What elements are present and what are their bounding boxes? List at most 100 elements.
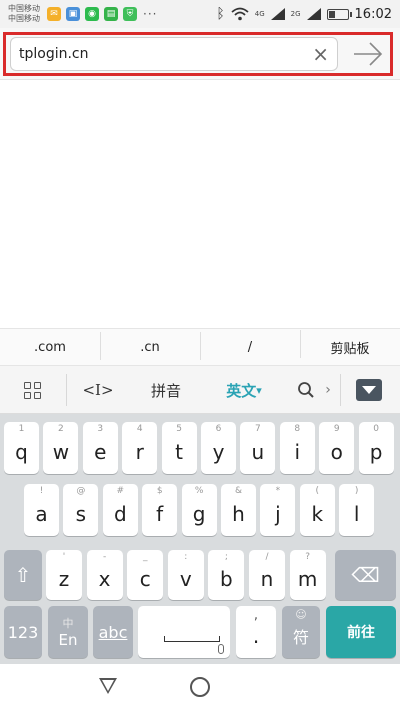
- carrier-label: 中国移动 中国移动: [8, 4, 42, 24]
- signal-2-icon: [306, 8, 321, 20]
- url-bar: tplogin.cn ×: [0, 28, 400, 80]
- key-q[interactable]: 1q: [4, 422, 39, 474]
- key-label: e: [94, 440, 107, 464]
- key-label: z: [58, 567, 70, 591]
- symbols-key[interactable]: ☺ 符: [282, 606, 320, 658]
- key-z[interactable]: ' z: [46, 550, 82, 600]
- key-hint: 5: [176, 424, 182, 434]
- key-h[interactable]: & h: [221, 484, 256, 536]
- abc-key[interactable]: abc: [93, 606, 133, 658]
- ime-menu-button[interactable]: [10, 366, 54, 414]
- key-label: i: [294, 440, 301, 464]
- bluetooth-icon: ᛒ: [216, 6, 225, 22]
- key-hint: (: [315, 486, 320, 496]
- key-label: t: [175, 440, 184, 464]
- keyboard: 1q2w3e4r5t6y7u8i9o0p ! a @ s # d $ f% g & h * j(k) l …: [0, 414, 400, 664]
- key-f[interactable]: $ f: [142, 484, 178, 536]
- go-arrow-icon[interactable]: [352, 40, 384, 68]
- shift-key[interactable]: ⇧: [4, 550, 42, 600]
- go-key[interactable]: 前往: [326, 606, 396, 658]
- key-m[interactable]: ? m: [289, 550, 326, 600]
- key-t[interactable]: 5t: [161, 422, 197, 474]
- home-icon[interactable]: [190, 677, 210, 697]
- key-hint: *: [275, 486, 281, 496]
- key-hint: @: [76, 486, 86, 496]
- key-hint: $: [156, 486, 163, 496]
- pinyin-button[interactable]: 拼音: [138, 366, 194, 414]
- key-b[interactable]: ; b: [208, 550, 245, 600]
- key-hint: &: [234, 486, 243, 496]
- clear-icon[interactable]: ×: [312, 44, 329, 64]
- key-a[interactable]: ! a: [24, 484, 59, 536]
- key-x[interactable]: -x: [86, 550, 123, 600]
- key-r[interactable]: 4r: [122, 422, 158, 474]
- url-input[interactable]: tplogin.cn ×: [10, 37, 338, 71]
- back-icon[interactable]: [99, 678, 117, 694]
- abc-key-label: abc: [98, 622, 128, 642]
- network-4g-label: 4G: [254, 10, 265, 18]
- key-label: a: [35, 502, 48, 526]
- key-hint: #: [116, 486, 125, 496]
- key-label: u: [251, 440, 265, 464]
- key-hint: 0: [373, 424, 379, 434]
- key-k[interactable]: (k: [299, 484, 335, 536]
- key-d[interactable]: # d: [102, 484, 138, 536]
- key-label: g: [192, 502, 206, 526]
- shield-notification-icon: ⛨: [123, 7, 137, 21]
- key-hint: 2: [58, 424, 64, 434]
- key-v[interactable]: :v: [167, 550, 204, 600]
- suggestion-bar: .com .cn / 剪贴板: [0, 328, 400, 366]
- key-hint: 7: [255, 424, 261, 434]
- key-w[interactable]: 2w: [43, 422, 79, 474]
- status-bar: 中国移动 中国移动 ✉ ▣ ◉ ▤ ⛨ ··· ᛒ 4G 2G 16:02: [0, 0, 400, 28]
- microphone-icon: [218, 644, 224, 654]
- key-l[interactable]: ) l: [339, 484, 375, 536]
- chevron-right-icon[interactable]: ›: [320, 366, 336, 414]
- key-y[interactable]: 6y: [201, 422, 236, 474]
- key-u[interactable]: 7u: [240, 422, 276, 474]
- cn-en-switch-key[interactable]: 中 En: [48, 606, 88, 658]
- key-i[interactable]: 8i: [279, 422, 315, 474]
- numbers-key[interactable]: 123: [4, 606, 42, 658]
- key-e[interactable]: 3e: [82, 422, 118, 474]
- network-2g-label: 2G: [290, 10, 301, 18]
- key-label: y: [212, 440, 225, 464]
- key-g[interactable]: % g: [181, 484, 217, 536]
- key-label: x: [98, 567, 111, 591]
- english-mode-label: 英文: [226, 381, 257, 400]
- collapse-keyboard-button[interactable]: [356, 379, 382, 401]
- key-hint: 4: [136, 424, 143, 434]
- battery-icon: [326, 8, 352, 20]
- suggestion-cn[interactable]: .cn: [100, 331, 200, 360]
- key-o[interactable]: 9o: [319, 422, 355, 474]
- carrier-line-1: 中国移动: [8, 4, 40, 13]
- url-input-value: tplogin.cn: [19, 46, 89, 62]
- suggestion-slash[interactable]: /: [200, 331, 300, 360]
- period-label: .: [252, 624, 260, 648]
- key-s[interactable]: @ s: [63, 484, 99, 536]
- photo-notification-icon: ▣: [66, 7, 80, 21]
- delete-key[interactable]: ⌫: [335, 550, 396, 600]
- key-c[interactable]: _ c: [127, 550, 164, 600]
- en-label: En: [58, 631, 78, 649]
- key-j[interactable]: * j: [260, 484, 296, 536]
- key-label: h: [232, 502, 245, 526]
- suggestion-com[interactable]: .com: [0, 340, 100, 355]
- suggestion-clipboard[interactable]: 剪贴板: [300, 329, 400, 358]
- key-label: v: [179, 567, 192, 591]
- key-hint: 3: [97, 424, 104, 434]
- period-key[interactable]: , .: [236, 606, 276, 658]
- key-n[interactable]: / n: [249, 550, 285, 600]
- space-key[interactable]: [138, 606, 230, 658]
- go-key-label: 前往: [347, 625, 375, 641]
- key-hint: %: [194, 486, 204, 496]
- english-mode-button[interactable]: 英文 ▾: [216, 366, 272, 414]
- signal-1-icon: [270, 8, 285, 20]
- key-p[interactable]: 0p: [358, 422, 394, 474]
- cursor-control-button[interactable]: <I>: [76, 366, 120, 414]
- key-label: c: [139, 567, 151, 591]
- search-icon[interactable]: [292, 366, 320, 414]
- chart-notification-icon: ▤: [104, 7, 118, 21]
- key-label: q: [15, 440, 28, 464]
- ime-toolbar: <I> 拼音 英文 ▾ ›: [0, 366, 400, 414]
